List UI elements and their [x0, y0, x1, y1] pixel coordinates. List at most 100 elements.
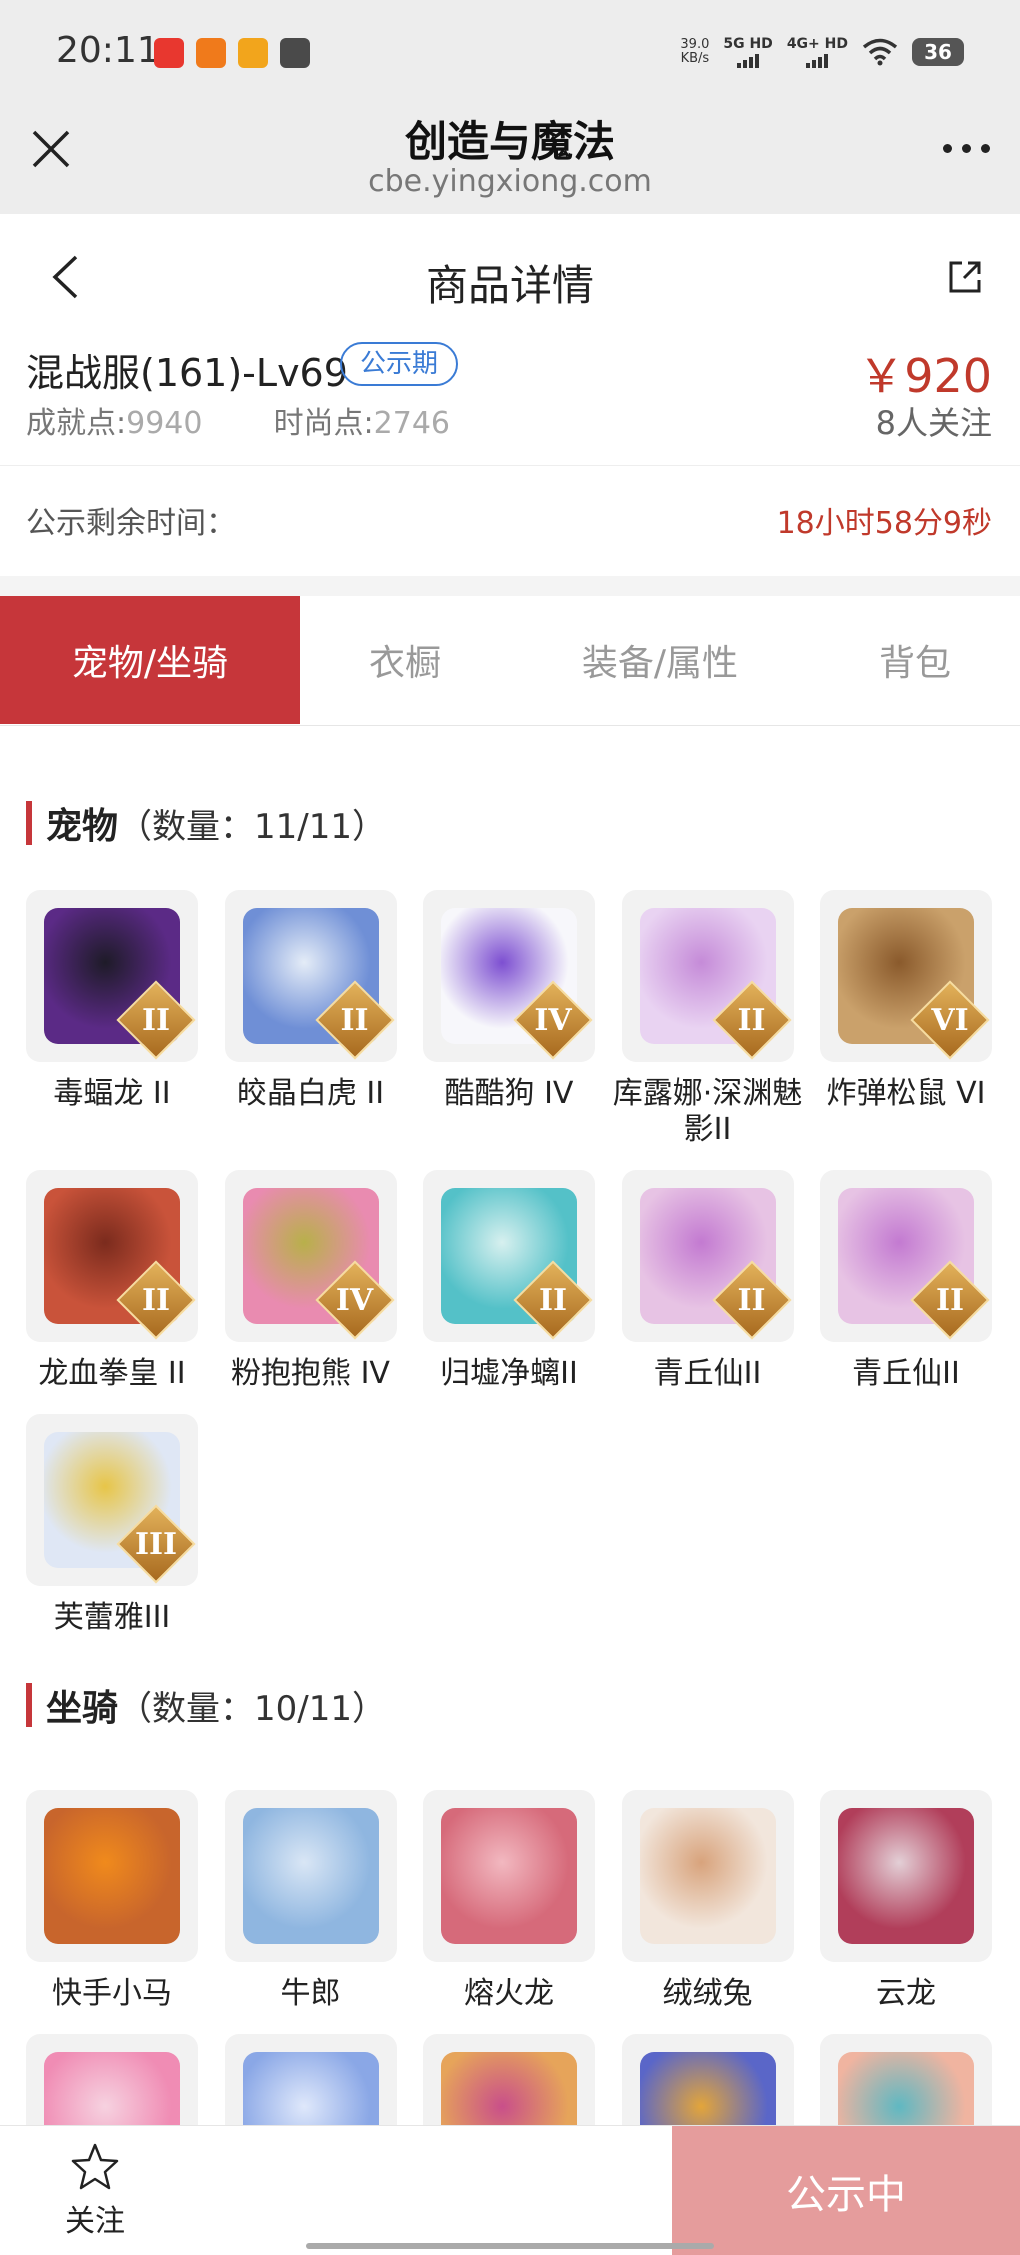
follow-label: 关注	[65, 2204, 125, 2239]
item-thumbnail: II	[621, 1170, 794, 1342]
item-thumbnail: VI	[820, 890, 992, 1062]
item-card[interactable]: II 青丘仙II	[820, 1170, 992, 1392]
item-card[interactable]: II 归墟净螭II	[423, 1170, 595, 1392]
home-indicator	[306, 2243, 714, 2249]
item-card[interactable]: 快手小马	[26, 1790, 198, 2012]
product-stats: 成就点:9940 时尚点:2746	[26, 398, 450, 442]
follower-count: 8人关注	[875, 404, 992, 442]
rank-label: II	[935, 1282, 965, 1318]
tab-pets-mounts[interactable]: 宠物/坐骑	[0, 596, 300, 724]
rank-label: II	[141, 1282, 171, 1318]
page-title: 商品详情	[425, 261, 594, 310]
page-nav: 商品详情	[0, 214, 1020, 340]
rank-label: II	[538, 1282, 568, 1318]
fashion-value: 2746	[373, 406, 451, 441]
item-name: 云龙	[876, 1976, 936, 2011]
item-name: 龙血拳皇 II	[38, 1356, 186, 1391]
app-notification-icon	[238, 38, 268, 68]
item-thumbnail: II	[26, 1170, 198, 1342]
item-name: 库露娜·深渊魅影II	[612, 1076, 803, 1147]
item-card[interactable]: IV 酷酷狗 IV	[423, 890, 595, 1148]
achievement-value: 9940	[126, 406, 203, 441]
app-notification-icon	[196, 38, 226, 68]
follow-button[interactable]: 关注	[0, 2126, 190, 2255]
fashion-label: 时尚点:	[273, 406, 374, 441]
rank-label: IV	[335, 1282, 374, 1318]
item-name: 毒蝠龙 II	[53, 1076, 171, 1111]
tab-bar: 宠物/坐骑 衣橱 装备/属性 背包	[0, 596, 1020, 726]
item-name: 熔火龙	[464, 1976, 554, 2011]
item-card[interactable]: III 芙蕾雅III	[26, 1414, 198, 1636]
item-artwork	[242, 1808, 379, 1944]
item-name: 牛郎	[280, 1976, 341, 2011]
signal-4g-label: 4G+ HD	[786, 36, 848, 52]
item-card[interactable]: VI 炸弹松鼠 VI	[820, 890, 992, 1148]
item-name: 粉抱抱熊 IV	[231, 1356, 390, 1391]
status-time: 20:11	[56, 30, 160, 71]
item-thumbnail: II	[26, 890, 198, 1062]
pets-section-title: 宠物	[46, 806, 119, 847]
signal-bars-icon	[806, 54, 829, 68]
item-thumbnail	[820, 1790, 992, 1962]
item-thumbnail: IV	[224, 1170, 397, 1342]
item-name: 芙蕾雅III	[53, 1600, 171, 1635]
tab-equipment-attributes[interactable]: 装备/属性	[510, 596, 810, 724]
tab-backpack[interactable]: 背包	[810, 596, 1020, 724]
signal-5g: 5G HD	[723, 36, 773, 68]
wifi-icon	[862, 38, 898, 66]
item-name: 青丘仙II	[852, 1356, 960, 1391]
rank-label: II	[141, 1002, 171, 1038]
price: ￥920	[858, 349, 992, 403]
item-card[interactable]: 绒绒兔	[621, 1790, 794, 2012]
network-speed: 39.0 KB/s	[680, 38, 709, 66]
countdown-value: 18小时58分9秒	[776, 506, 992, 541]
item-thumbnail	[224, 1790, 397, 1962]
item-thumbnail: II	[423, 1170, 595, 1342]
tab-wardrobe[interactable]: 衣橱	[300, 596, 510, 724]
item-card[interactable]: II 皎晶白虎 II	[224, 890, 397, 1148]
pets-grid: II 毒蝠龙 II II 皎晶白虎 II IV 酷酷狗 IV II 库露娜·深渊魅影II VI 炸…	[26, 890, 996, 1636]
mounts-section-title: 坐骑	[46, 1688, 119, 1729]
item-card[interactable]: II 青丘仙II	[621, 1170, 794, 1392]
item-card[interactable]: 云龙	[820, 1790, 992, 2012]
item-thumbnail	[621, 1790, 794, 1962]
status-bar: 20:11 39.0 KB/s 5G HD 4G+ HD 36	[0, 0, 1020, 96]
item-artwork	[44, 1808, 180, 1944]
publicity-status-button[interactable]: 公示中	[672, 2126, 1020, 2255]
item-card[interactable]: II 库露娜·深渊魅影II	[613, 890, 802, 1148]
star-icon	[71, 2143, 119, 2190]
share-icon[interactable]	[946, 258, 984, 296]
rank-label: II	[737, 1002, 766, 1038]
signal-4g: 4G+ HD	[787, 36, 848, 68]
product-info: 混战服(161)-Lv69 公示期 成就点:9940 时尚点:2746 ￥920…	[0, 340, 1020, 466]
product-title: 混战服(161)-Lv69	[26, 351, 348, 395]
item-thumbnail	[26, 1790, 198, 1962]
notification-icons	[154, 38, 310, 68]
item-name: 绒绒兔	[662, 1976, 753, 2011]
item-thumbnail: II	[820, 1170, 992, 1342]
section-accent-bar	[26, 1683, 32, 1727]
item-artwork	[441, 1808, 577, 1944]
item-name: 炸弹松鼠 VI	[826, 1076, 986, 1111]
section-accent-bar	[26, 801, 32, 845]
network-speed-value: 39.0	[680, 37, 710, 52]
item-card[interactable]: IV 粉抱抱熊 IV	[224, 1170, 397, 1392]
app-notification-icon	[280, 38, 310, 68]
achievement-label: 成就点:	[26, 406, 127, 441]
signal-5g-label: 5G HD	[723, 36, 773, 52]
item-card[interactable]: 牛郎	[224, 1790, 397, 2012]
browser-url: cbe.yingxiong.com	[368, 164, 652, 199]
battery-indicator: 36	[912, 38, 964, 66]
item-card[interactable]: II 毒蝠龙 II	[26, 890, 198, 1148]
item-artwork	[639, 1808, 776, 1944]
item-card[interactable]: 熔火龙	[423, 1790, 595, 2012]
browser-header: 创造与魔法 cbe.yingxiong.com	[0, 96, 1020, 214]
mounts-section-count: （数量：10/11）	[118, 1688, 386, 1729]
item-thumbnail: III	[26, 1414, 198, 1586]
mounts-section-header: 坐骑 （数量：10/11）	[26, 1680, 386, 1730]
status-tag: 公示期	[340, 342, 459, 386]
more-options-icon[interactable]	[943, 144, 990, 153]
item-card[interactable]: II 龙血拳皇 II	[26, 1170, 198, 1392]
app-notification-icon	[154, 38, 184, 68]
countdown-label: 公示剩余时间：	[26, 506, 236, 541]
